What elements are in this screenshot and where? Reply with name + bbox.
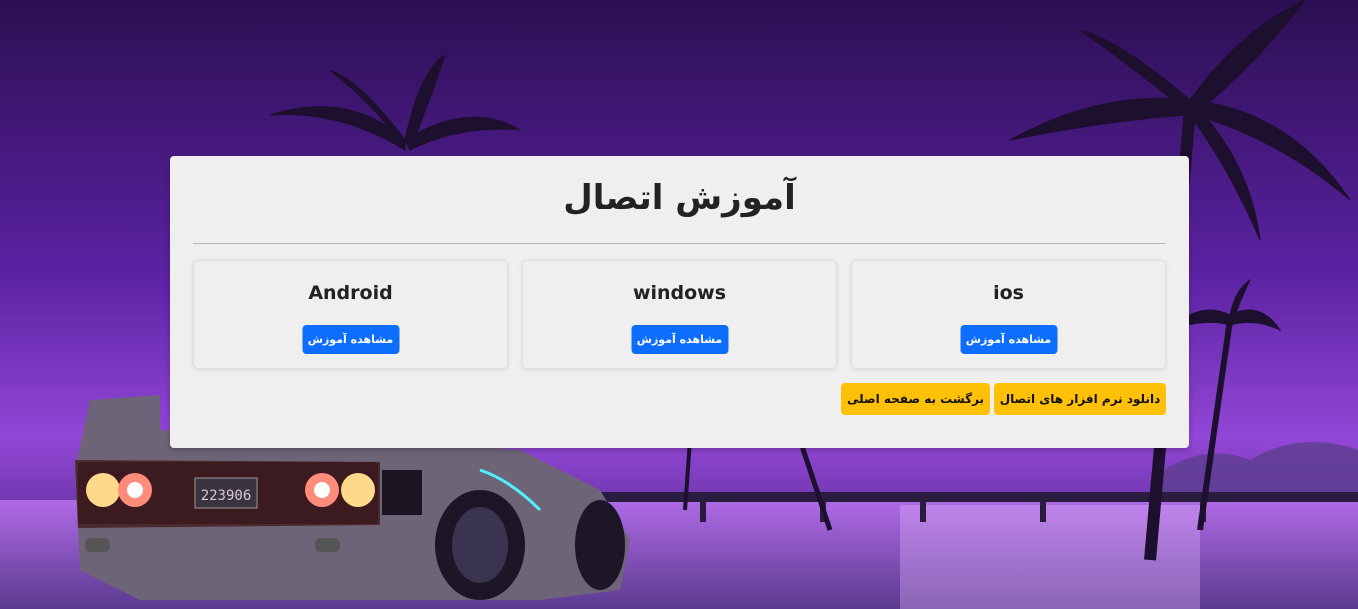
platform-name-ios: ios bbox=[993, 282, 1024, 304]
platform-name-android: Android bbox=[308, 282, 393, 304]
platform-name-windows: windows bbox=[632, 282, 727, 304]
view-tutorial-button-android[interactable]: مشاهده آموزش bbox=[302, 325, 399, 354]
connection-tutorial-card: آموزش اتصال ios مشاهده آموزش windows مشا… bbox=[170, 156, 1189, 448]
platform-card-ios: ios مشاهده آموزش bbox=[851, 260, 1166, 369]
download-apps-button[interactable]: دانلود نرم افزار های اتصال bbox=[994, 383, 1166, 415]
license-plate-text: 223906 bbox=[201, 488, 252, 504]
back-to-home-button[interactable]: برگشت به صفحه اصلی bbox=[841, 383, 990, 415]
page-title: آموزش اتصال bbox=[563, 178, 796, 218]
view-tutorial-button-ios[interactable]: مشاهده آموزش bbox=[960, 325, 1057, 354]
view-tutorial-button-windows[interactable]: مشاهده آموزش bbox=[631, 325, 728, 354]
platform-card-windows: windows مشاهده آموزش bbox=[522, 260, 837, 369]
title-divider bbox=[193, 243, 1166, 244]
platform-card-android: Android مشاهده آموزش bbox=[193, 260, 508, 369]
